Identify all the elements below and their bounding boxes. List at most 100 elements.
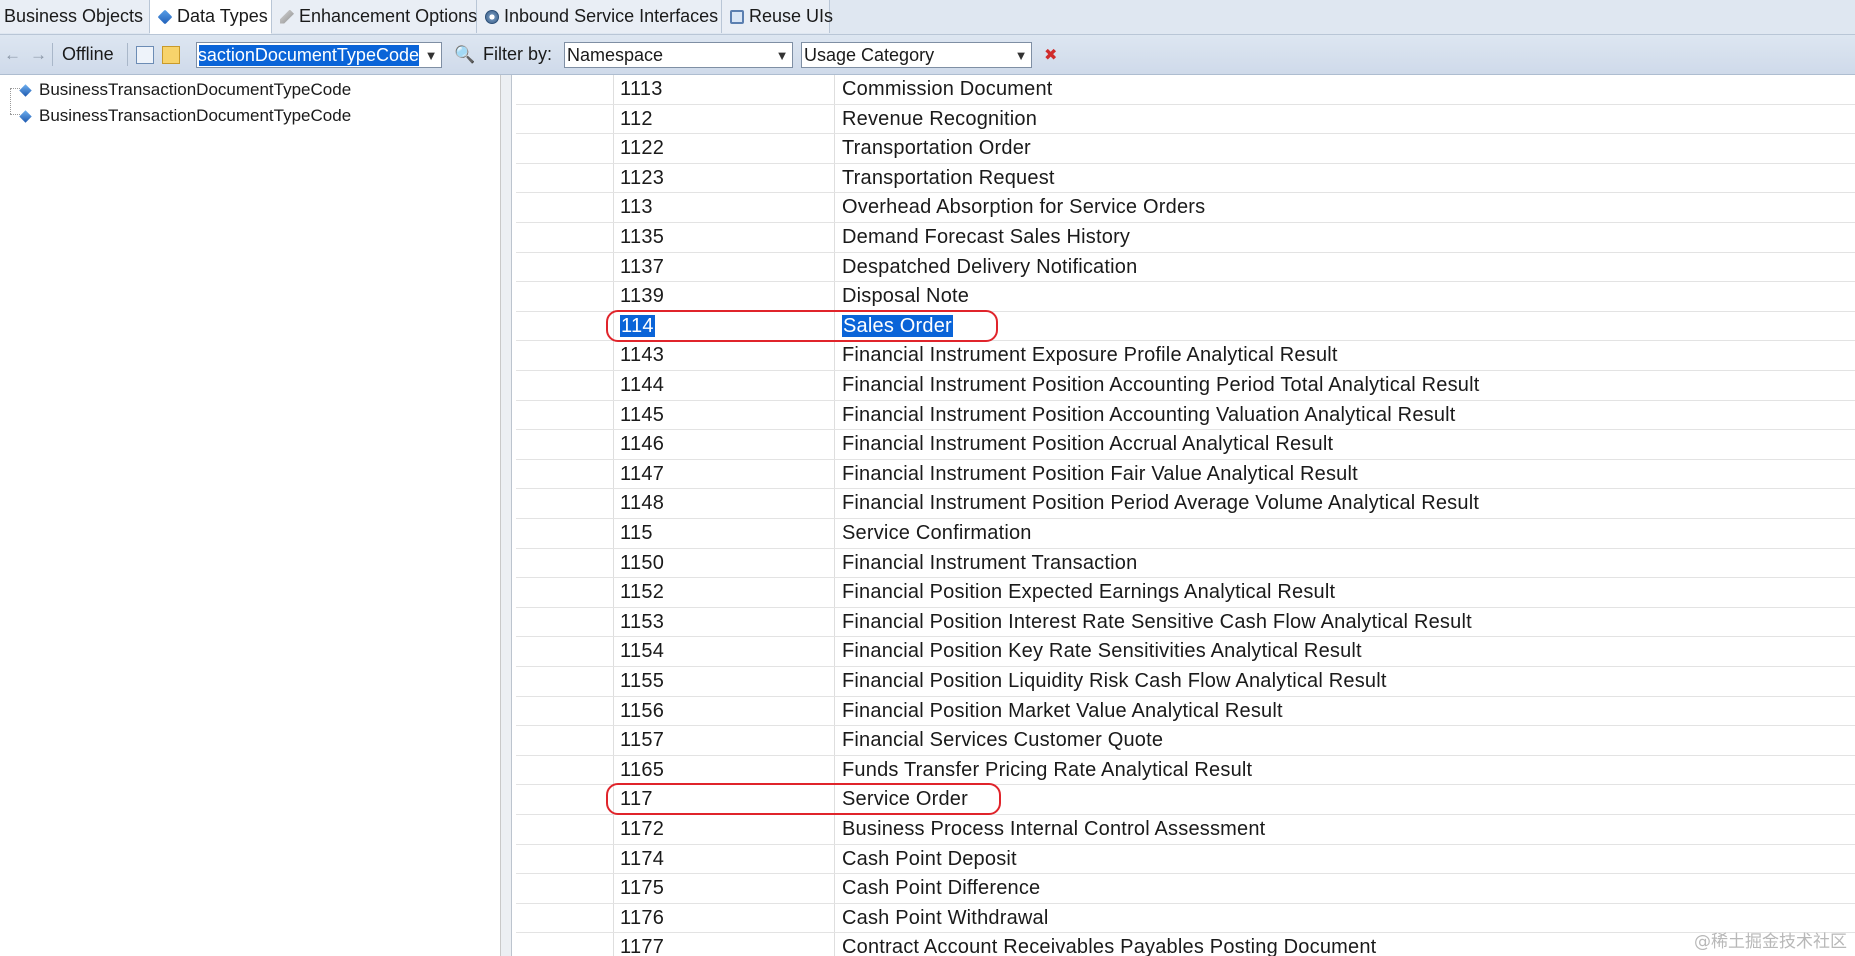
- toolbar-separator: [127, 43, 128, 66]
- namespace-select[interactable]: Namespace ▼: [564, 42, 793, 68]
- description-value: Commission Document: [842, 78, 1053, 100]
- description-value: Financial Services Customer Quote: [842, 729, 1164, 752]
- table-row[interactable]: 1165 Funds Transfer Pricing Rate Analytic…: [516, 756, 1855, 786]
- code-value: 1122: [620, 137, 665, 160]
- code-value: 1156: [620, 699, 665, 722]
- table-row[interactable]: 1176 Cash Point Withdrawal: [516, 904, 1855, 934]
- table-row[interactable]: 1137 Despatched Delivery Notification: [516, 253, 1855, 283]
- code-value: 1175: [620, 877, 665, 900]
- code-value: 1153: [620, 610, 665, 633]
- table-row[interactable]: 1122 Transportation Order: [516, 134, 1855, 164]
- table-row[interactable]: 1172 Business Process Internal Control As…: [516, 815, 1855, 845]
- description-value: Cash Point Withdrawal: [842, 906, 1049, 929]
- code-value: 1148: [620, 492, 665, 515]
- code-cell: 1147: [620, 460, 664, 489]
- code-cell: 1157: [620, 726, 664, 755]
- code-cell: 1156: [620, 697, 664, 726]
- code-value: 113: [620, 196, 653, 219]
- code-value: 1172: [620, 818, 665, 840]
- code-value: 1113: [620, 78, 663, 100]
- tab-reuse-uis-label: Reuse UIs: [749, 6, 834, 26]
- watermark: @稀土掘金技术社区: [1694, 932, 1847, 952]
- namespace-select-value: Namespace: [567, 44, 664, 65]
- search-combobox[interactable]: BusinessTransactionDocumentTypeCode ▼: [196, 42, 442, 68]
- table-row[interactable]: 1145 Financial Instrument Position Accoun…: [516, 401, 1855, 431]
- code-value: 1150: [620, 551, 665, 574]
- table-row[interactable]: 1150 Financial Instrument Transaction: [516, 549, 1855, 579]
- description-cell: Funds Transfer Pricing Rate Analytical R…: [842, 756, 1252, 785]
- tree-item[interactable]: BusinessTransactionDocumentTypeCode: [19, 103, 351, 129]
- table-row[interactable]: 112 Revenue Recognition: [516, 105, 1855, 135]
- back-arrow-icon[interactable]: ←: [4, 35, 21, 74]
- table-row[interactable]: 1123 Transportation Request: [516, 164, 1855, 194]
- table-row[interactable]: 114 Sales Order: [516, 312, 1855, 342]
- search-icon[interactable]: 🔍: [454, 35, 475, 74]
- table-row[interactable]: 1152 Financial Position Expected Earnings…: [516, 578, 1855, 608]
- code-cell: 115: [620, 519, 653, 548]
- code-cell: 1175: [620, 874, 664, 903]
- description-cell: Cash Point Withdrawal: [842, 904, 1049, 933]
- search-input[interactable]: BusinessTransactionDocumentTypeCode: [199, 44, 419, 66]
- table-row[interactable]: 115 Service Confirmation: [516, 519, 1855, 549]
- table-row[interactable]: 1147 Financial Instrument Position Fair V…: [516, 460, 1855, 490]
- table-row[interactable]: 1177 Contract Account Receivables Payable…: [516, 933, 1855, 956]
- description-cell: Contract Account Receivables Payables Po…: [842, 933, 1376, 956]
- description-cell: Overhead Absorption for Service Orders: [842, 193, 1205, 222]
- description-cell: Service Confirmation: [842, 519, 1032, 548]
- toolbar: ← → Offline BusinessTransactionDocumentT…: [0, 35, 1855, 75]
- tab-enhancement-options[interactable]: Enhancement Options: [272, 0, 477, 33]
- code-cell: 1135: [620, 223, 664, 252]
- table-row[interactable]: 117 Service Order: [516, 785, 1855, 815]
- description-value: Funds Transfer Pricing Rate Analytical R…: [842, 758, 1253, 781]
- table-row[interactable]: 1175 Cash Point Difference: [516, 874, 1855, 904]
- table-row[interactable]: 1113 Commission Document: [516, 75, 1855, 105]
- code-value: 1157: [620, 729, 665, 752]
- table-row[interactable]: 1153 Financial Position Interest Rate Sen…: [516, 608, 1855, 638]
- chevron-down-icon[interactable]: ▼: [421, 48, 441, 63]
- table-row[interactable]: 1135 Demand Forecast Sales History: [516, 223, 1855, 253]
- forward-arrow-icon[interactable]: →: [30, 35, 47, 74]
- table-row[interactable]: 1139 Disposal Note: [516, 282, 1855, 312]
- description-cell: Financial Services Customer Quote: [842, 726, 1163, 755]
- split-view-button[interactable]: [162, 35, 180, 74]
- clear-filter-icon[interactable]: ✖: [1044, 35, 1057, 74]
- cube-icon: [157, 9, 173, 24]
- tab-bar: Business Objects Data Types Enhancement …: [0, 0, 1855, 35]
- code-cell: 1154: [620, 637, 664, 666]
- description-cell: Service Order: [842, 785, 968, 814]
- code-value: 112: [620, 107, 653, 130]
- chevron-down-icon[interactable]: ▼: [1011, 48, 1031, 63]
- code-value: 1155: [620, 670, 665, 692]
- list-view-button[interactable]: [136, 35, 154, 74]
- data-type-icon: [19, 83, 32, 97]
- tab-business-objects[interactable]: Business Objects: [0, 0, 150, 33]
- usage-category-select[interactable]: Usage Category ▼: [801, 42, 1032, 68]
- panel-splitter[interactable]: [501, 75, 512, 956]
- table-row[interactable]: 1155 Financial Position Liquidity Risk Ca…: [516, 667, 1855, 697]
- table-row[interactable]: 1146 Financial Instrument Position Accrua…: [516, 430, 1855, 460]
- code-cell: 1152: [620, 578, 664, 607]
- table-row[interactable]: 1156 Financial Position Market Value Anal…: [516, 697, 1855, 727]
- chevron-down-icon[interactable]: ▼: [772, 48, 792, 63]
- table-row[interactable]: 1157 Financial Services Customer Quote: [516, 726, 1855, 756]
- table-row[interactable]: 1174 Cash Point Deposit: [516, 845, 1855, 875]
- table-row[interactable]: 113 Overhead Absorption for Service Order…: [516, 193, 1855, 223]
- offline-button[interactable]: Offline: [62, 35, 114, 74]
- code-value: 1146: [620, 433, 665, 456]
- table-row[interactable]: 1154 Financial Position Key Rate Sensitiv…: [516, 637, 1855, 667]
- description-value: Financial Position Interest Rate Sensiti…: [842, 610, 1472, 633]
- code-value: 1177: [620, 936, 665, 956]
- tab-reuse-uis[interactable]: Reuse UIs: [722, 0, 834, 33]
- table-row[interactable]: 1148 Financial Instrument Position Period…: [516, 489, 1855, 519]
- description-cell: Financial Position Market Value Analytic…: [842, 697, 1283, 726]
- code-cell: 1176: [620, 904, 664, 933]
- code-cell: 112: [620, 105, 653, 134]
- table-row[interactable]: 1143 Financial Instrument Exposure Profil…: [516, 341, 1855, 371]
- tree-panel: BusinessTransactionDocumentTypeCode Busi…: [0, 75, 501, 956]
- description-cell: Demand Forecast Sales History: [842, 223, 1130, 252]
- table-row[interactable]: 1144 Financial Instrument Position Accoun…: [516, 371, 1855, 401]
- tree-item[interactable]: BusinessTransactionDocumentTypeCode: [19, 77, 351, 103]
- tab-data-types[interactable]: Data Types: [150, 0, 272, 34]
- description-value: Financial Position Key Rate Sensitivitie…: [842, 640, 1362, 663]
- tab-inbound-service-interfaces[interactable]: Inbound Service Interfaces: [477, 0, 722, 33]
